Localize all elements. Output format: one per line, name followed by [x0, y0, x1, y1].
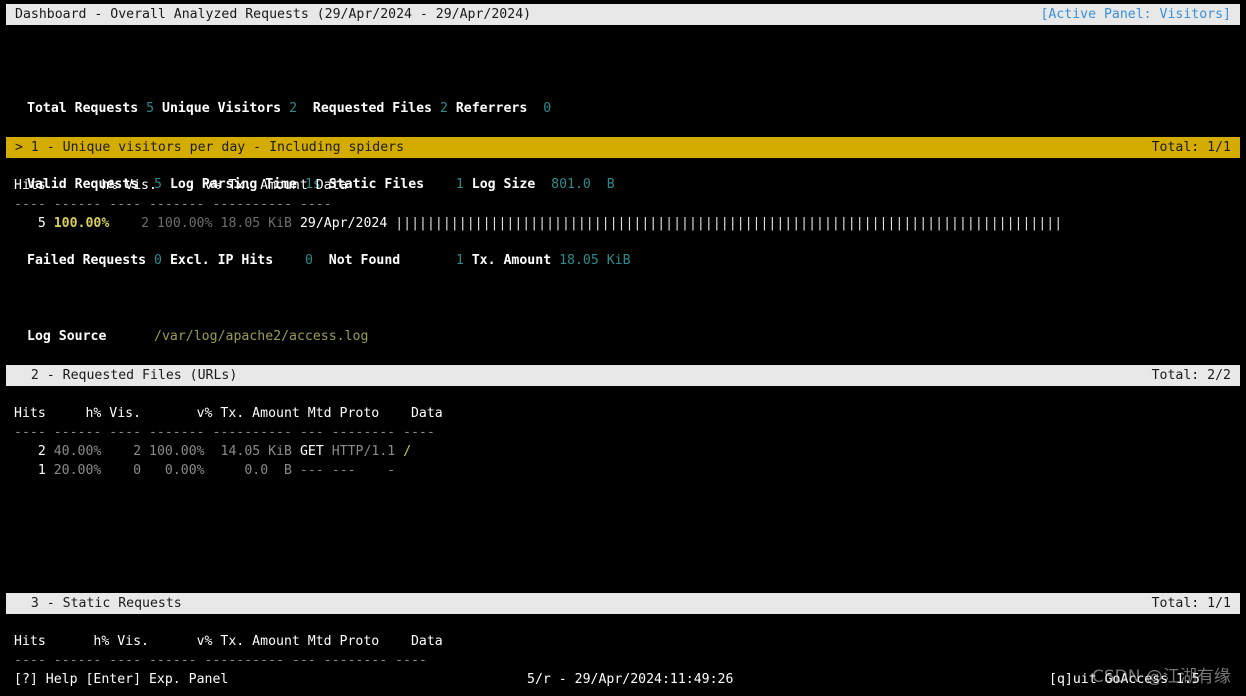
panel-header-static-requests[interactable]: 3 - Static Requests Total: 1/1	[6, 593, 1240, 614]
table-row[interactable]: 5 100.00% 2 100.00% 18.05 KiB 29/Apr/202…	[14, 214, 1062, 233]
stat-label-log-source: Log Source	[27, 329, 106, 344]
stat-value-referrers: 0	[543, 101, 551, 116]
panel-1-bar-chart: ||||||||||||||||||||||||||||||||||||||||…	[395, 216, 1062, 231]
stat-value-log-source: /var/log/apache2/access.log	[154, 329, 368, 344]
stat-value-failed-requests: 0	[154, 253, 162, 268]
panel-3-total: Total: 1/1	[1152, 594, 1240, 613]
stat-label-excl-ip-hits: Excl. IP Hits	[170, 253, 273, 268]
stat-value-requested-files: 2	[440, 101, 448, 116]
stat-value-tx-amount: 18.05 KiB	[559, 253, 630, 268]
dashboard-title-bar: Dashboard - Overall Analyzed Requests (2…	[6, 4, 1240, 25]
goaccess-terminal-screen: Dashboard - Overall Analyzed Requests (2…	[0, 0, 1246, 696]
stat-label-log-size: Log Size	[472, 177, 536, 192]
panel-1-column-headers: Hits h% Vis. v% Tx. Amount Data	[14, 176, 347, 195]
stat-label-unique-visitors: Unique Visitors	[162, 101, 281, 116]
panel-2-r1-hits-pct: 20.00%	[54, 463, 102, 478]
panel-1-cell-vis-pct: 100.00%	[157, 216, 213, 231]
panel-1-cell-hits: 5	[38, 216, 46, 231]
panel-2-r1-vis-pct: 0.00%	[165, 463, 205, 478]
panel-2-r0-proto: HTTP/1.1	[332, 444, 396, 459]
panel-2-r0-hits: 2	[38, 444, 46, 459]
stat-label-total-requests: Total Requests	[27, 101, 138, 116]
active-panel-indicator: [Active Panel: Visitors]	[1040, 5, 1240, 24]
panel-2-r0-data: /	[403, 444, 411, 459]
stat-value-unique-visitors: 2	[289, 101, 297, 116]
panel-2-divider: ---- ------ ---- ------- ---------- --- …	[14, 423, 435, 442]
panel-1-divider: ---- ------ ---- ------- ---------- ----	[14, 195, 332, 214]
panel-2-r1-mtd: ---	[300, 463, 324, 478]
panel-1-title: > 1 - Unique visitors per day - Includin…	[6, 138, 404, 157]
panel-2-r0-vis: 2	[133, 444, 141, 459]
footer-quit[interactable]: [q]uit GoAccess 1.5	[1049, 670, 1200, 689]
panel-2-r0-tx: 14.05 KiB	[221, 444, 292, 459]
stat-label-tx-amount: Tx. Amount	[472, 253, 551, 268]
footer-help[interactable]: [?] Help [Enter] Exp. Panel	[14, 670, 228, 689]
panel-2-r1-tx: 0.0 B	[244, 463, 292, 478]
panel-1-cell-hits-pct: 100.00%	[54, 216, 110, 231]
panel-2-r0-vis-pct: 100.00%	[149, 444, 205, 459]
panel-1-total: Total: 1/1	[1152, 138, 1240, 157]
panel-1-cell-tx: 18.05 KiB	[221, 216, 292, 231]
panel-2-r1-proto: ---	[332, 463, 356, 478]
stat-label-requested-files: Requested Files	[313, 101, 432, 116]
panel-2-r1-hits: 1	[38, 463, 46, 478]
panel-2-total: Total: 2/2	[1152, 366, 1240, 385]
table-row[interactable]: 2 40.00% 2 100.00% 14.05 KiB GET HTTP/1.…	[14, 442, 411, 461]
panel-2-r1-vis: 0	[133, 463, 141, 478]
stat-label-failed-requests: Failed Requests	[27, 253, 146, 268]
panel-2-column-headers: Hits h% Vis. v% Tx. Amount Mtd Proto Dat…	[14, 404, 443, 423]
stat-value-excl-ip-hits: 0	[305, 253, 313, 268]
summary-row-log-source: Log Source /var/log/apache2/access.log	[27, 327, 631, 346]
page-title: Dashboard - Overall Analyzed Requests (2…	[6, 5, 531, 24]
summary-row-1: Total Requests 5 Unique Visitors 2 Reque…	[27, 99, 631, 118]
table-row[interactable]: 1 20.00% 0 0.00% 0.0 B --- --- -	[14, 461, 395, 480]
stat-value-log-size: 801.0 B	[551, 177, 615, 192]
stat-value-static-files: 1	[456, 177, 464, 192]
panel-1-cell-data: 29/Apr/2024	[300, 216, 387, 231]
stat-label-referrers: Referrers	[456, 101, 527, 116]
footer-status: 5/r - 29/Apr/2024:11:49:26	[527, 670, 733, 689]
panel-2-title: 2 - Requested Files (URLs)	[6, 366, 237, 385]
summary-row-3: Failed Requests 0 Excl. IP Hits 0 Not Fo…	[27, 251, 631, 270]
panel-3-divider: ---- ------ ---- ------ ---------- --- -…	[14, 651, 427, 670]
panel-2-r0-hits-pct: 40.00%	[54, 444, 102, 459]
stat-value-not-found: 1	[456, 253, 464, 268]
panel-2-r0-mtd: GET	[300, 444, 324, 459]
panel-3-title: 3 - Static Requests	[6, 594, 182, 613]
panel-1-cell-vis: 2	[141, 216, 149, 231]
panel-header-requested-files[interactable]: 2 - Requested Files (URLs) Total: 2/2	[6, 365, 1240, 386]
stat-value-total-requests: 5	[146, 101, 154, 116]
panel-2-r1-data: -	[387, 463, 395, 478]
panel-header-unique-visitors[interactable]: > 1 - Unique visitors per day - Includin…	[6, 137, 1240, 158]
stat-label-not-found: Not Found	[329, 253, 400, 268]
panel-3-column-headers: Hits h% Vis. v% Tx. Amount Mtd Proto Dat…	[14, 632, 443, 651]
